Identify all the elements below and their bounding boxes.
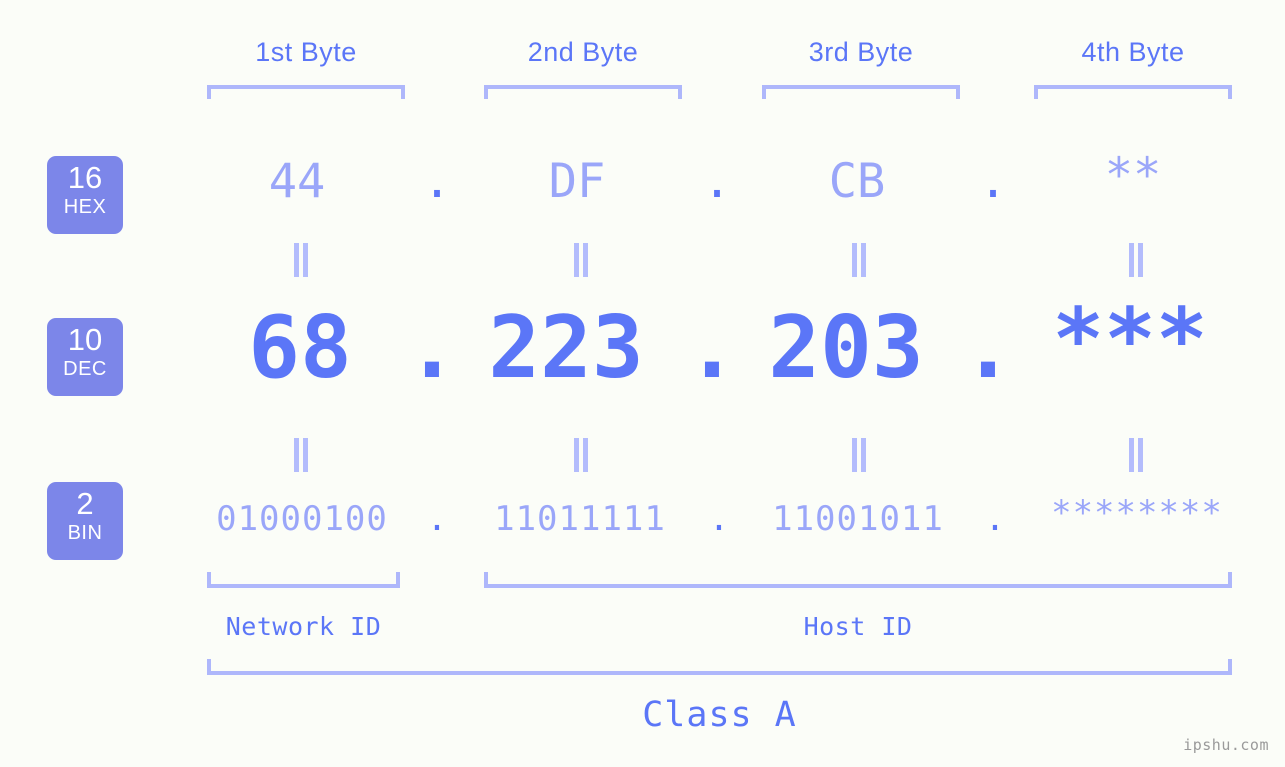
bin-separator-3: . [984,499,1006,539]
base-badge-hex: 16 HEX [47,156,123,234]
equals-mark-dec-bin-4 [1127,438,1145,472]
base-badge-dec-name: DEC [63,358,107,380]
dec-byte-2: 223 [488,298,644,398]
bin-byte-4: ******** [1051,493,1223,533]
network-id-bracket [207,572,400,588]
equals-mark-dec-bin-1 [292,438,310,472]
network-id-label: Network ID [225,612,382,641]
byte-bracket-top-1 [207,85,405,99]
bin-byte-3: 11001011 [772,499,944,539]
hex-byte-3: CB [828,154,886,209]
dec-separator-3: . [962,298,1014,398]
base-badge-hex-name: HEX [63,196,107,218]
base-badge-dec: 10 DEC [47,318,123,396]
dec-byte-3: 203 [768,298,924,398]
byte-header-2: 2nd Byte [527,37,639,67]
equals-mark-hex-dec-4 [1127,243,1145,277]
byte-bracket-top-2 [484,85,682,99]
class-bracket [207,659,1232,675]
bin-separator-2: . [708,499,730,539]
base-badge-hex-number: 16 [67,160,103,195]
hex-separator-2: . [702,154,732,209]
bin-byte-2: 11011111 [494,499,666,539]
equals-mark-dec-bin-3 [850,438,868,472]
dec-byte-1: 68 [248,298,352,398]
bin-byte-1: 01000100 [216,499,388,539]
byte-bracket-top-4 [1034,85,1232,99]
byte-header-1: 1st Byte [255,37,357,67]
hex-separator-3: . [978,154,1008,209]
byte-header-3: 3rd Byte [808,37,914,67]
host-id-label: Host ID [803,612,913,641]
dec-separator-1: . [406,298,458,398]
class-label: Class A [642,695,797,735]
dec-byte-4: *** [1052,290,1208,390]
base-badge-bin-name: BIN [67,522,103,544]
equals-mark-hex-dec-2 [572,243,590,277]
ip-address-breakdown-diagram: 1st Byte 2nd Byte 3rd Byte 4th Byte 16 H… [0,0,1285,767]
byte-bracket-top-3 [762,85,960,99]
hex-separator-1: . [422,154,452,209]
site-watermark: ipshu.com [1183,736,1269,754]
base-badge-bin: 2 BIN [47,482,123,560]
hex-byte-1: 44 [268,154,326,209]
base-badge-bin-number: 2 [76,486,94,521]
dec-separator-2: . [686,298,738,398]
byte-header-4: 4th Byte [1081,37,1185,67]
equals-mark-dec-bin-2 [572,438,590,472]
hex-byte-2: DF [548,154,606,209]
hex-byte-4: ** [1104,148,1162,203]
base-badge-dec-number: 10 [67,322,103,357]
host-id-bracket [484,572,1232,588]
equals-mark-hex-dec-3 [850,243,868,277]
equals-mark-hex-dec-1 [292,243,310,277]
bin-separator-1: . [426,499,448,539]
